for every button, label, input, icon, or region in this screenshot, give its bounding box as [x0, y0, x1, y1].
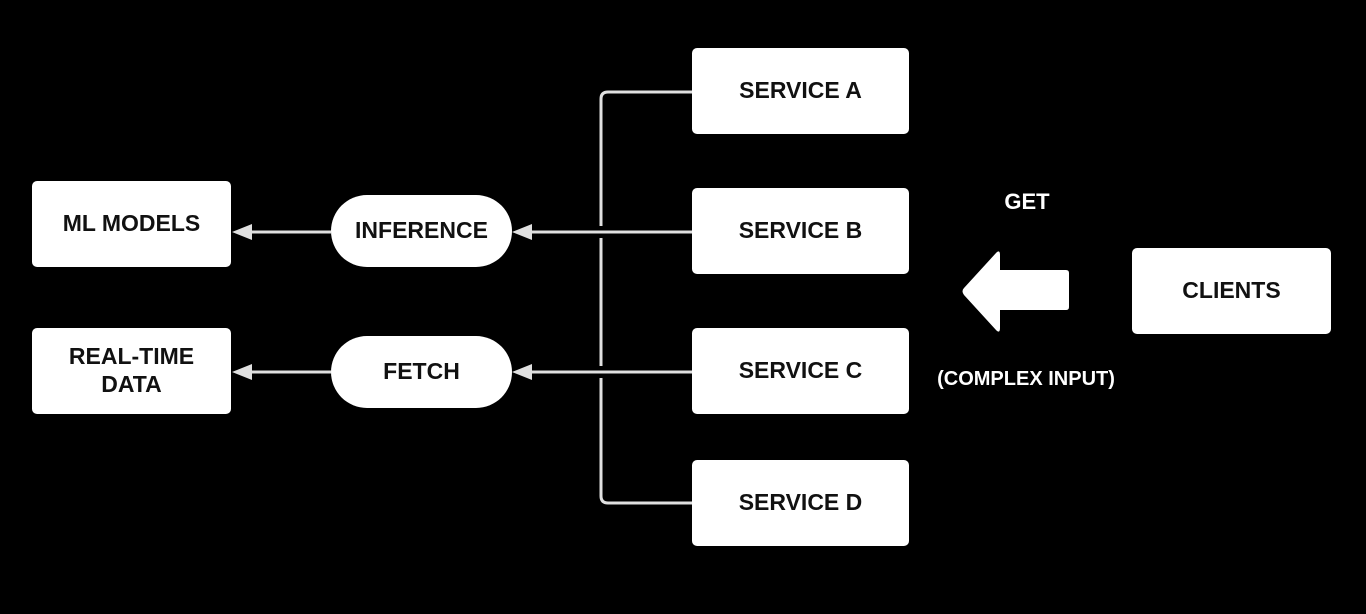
fetch-label: FETCH [383, 358, 460, 385]
service-a-label: SERVICE A [739, 77, 862, 104]
real-time-data-box: REAL-TIME DATA [32, 328, 231, 414]
complex-input-label: (COMPLEX INPUT) [937, 368, 1115, 390]
service-d-box: SERVICE D [692, 460, 909, 546]
arrowhead-icon [512, 364, 532, 380]
service-b-box: SERVICE B [692, 188, 909, 274]
bus-line [599, 90, 692, 505]
service-c-label: SERVICE C [738, 357, 863, 384]
inference-node: INFERENCE [331, 195, 512, 267]
real-time-data-label: REAL-TIME DATA [68, 343, 195, 397]
ml-models-label: ML MODELS [62, 210, 201, 237]
clients-box: CLIENTS [1132, 248, 1331, 334]
ml-models-box: ML MODELS [32, 181, 231, 267]
arrowhead-icon [232, 224, 252, 240]
service-a-box: SERVICE A [692, 48, 909, 134]
inference-label: INFERENCE [355, 217, 488, 244]
service-b-label: SERVICE B [738, 217, 863, 244]
big-left-arrow-icon [962, 251, 1069, 332]
service-d-label: SERVICE D [738, 489, 863, 516]
fetch-node: FETCH [331, 336, 512, 408]
arrowhead-icon [232, 364, 252, 380]
clients-label: CLIENTS [1182, 277, 1281, 304]
service-c-box: SERVICE C [692, 328, 909, 414]
arrowhead-icon [512, 224, 532, 240]
get-label: GET [1004, 189, 1050, 214]
